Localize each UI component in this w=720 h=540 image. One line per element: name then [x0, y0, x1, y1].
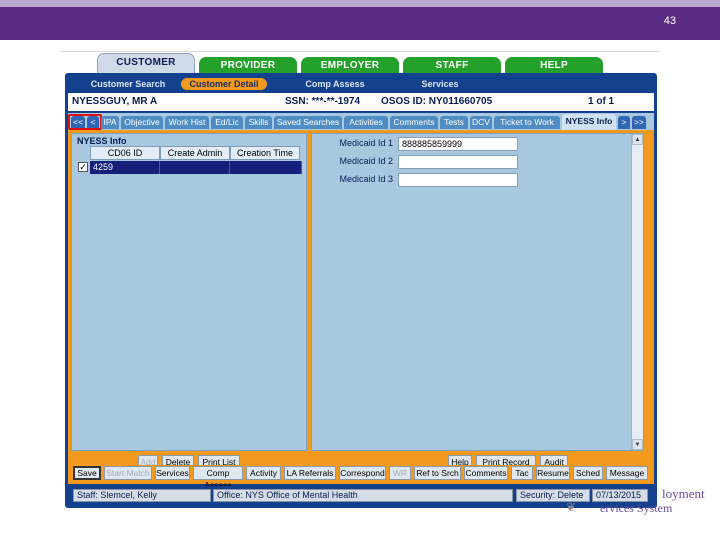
tab-content-area: NYESS Info CD06 ID Create Admin Creation…: [68, 130, 654, 490]
nyess-info-list-panel: NYESS Info CD06 ID Create Admin Creation…: [71, 133, 307, 451]
state-seal-icon: ❦: [566, 500, 577, 514]
medicaid-id-3-label: Medicaid Id 3: [339, 174, 393, 184]
subnav-customer-detail[interactable]: Customer Detail: [181, 78, 267, 90]
save-button[interactable]: Save: [73, 466, 101, 480]
logo-text-line-1: loyment: [662, 486, 705, 501]
nyess-info-detail-panel: Medicaid Id 1 888885859999 Medicaid Id 2…: [311, 133, 644, 451]
logo-text-line-2: ervices System: [600, 501, 673, 515]
scroll-down-arrow-icon[interactable]: ▼: [632, 439, 643, 450]
tab-ticket-to-work[interactable]: Ticket to Work: [494, 116, 560, 129]
customer-name: NYESSGUY, MR A: [72, 96, 158, 107]
medicaid-id-1-input[interactable]: 888885859999: [398, 137, 518, 151]
resume-button[interactable]: Resume: [536, 466, 570, 480]
osos-app-window: CUSTOMER PROVIDER EMPLOYER STAFF HELP Cu…: [65, 53, 657, 508]
column-header-creation-time[interactable]: Creation Time: [230, 146, 300, 160]
tab-dcv[interactable]: DCV: [470, 116, 492, 129]
row-checkbox[interactable]: ✓: [78, 162, 88, 172]
slide-divider: [60, 51, 660, 52]
nav-buttons-highlight: [68, 114, 102, 130]
medicaid-id-1-label: Medicaid Id 1: [339, 138, 393, 148]
tab-nyess-info[interactable]: NYESS Info: [562, 114, 616, 130]
sched-button[interactable]: Sched: [573, 466, 603, 480]
column-header-create-admin[interactable]: Create Admin: [160, 146, 230, 160]
scroll-up-arrow-icon[interactable]: ▲: [632, 134, 643, 145]
office-status: Office: NYS Office of Mental Health: [213, 489, 513, 502]
tab-objective[interactable]: Objective: [121, 116, 163, 129]
staff-status: Staff: Slemcel, Kelly: [73, 489, 211, 502]
message-button[interactable]: Message: [606, 466, 648, 480]
activity-button[interactable]: Activity: [246, 466, 281, 480]
detail-tab-strip: << < IPA Objective Work Hist Ed/Lic Skil…: [68, 113, 654, 130]
detail-scrollbar[interactable]: ▲ ▼: [631, 134, 643, 450]
tab-work-hist[interactable]: Work Hist: [165, 116, 209, 129]
medicaid-id-3-input[interactable]: [398, 173, 518, 187]
next-tab-button[interactable]: >: [618, 116, 630, 129]
cell-creation-time: [230, 161, 302, 174]
tab-activities[interactable]: Activities: [344, 116, 388, 129]
table-row[interactable]: 4259: [90, 161, 302, 174]
action-bar: Save Start Match Services Comp Assess Ac…: [71, 465, 651, 490]
medicaid-id-2-label: Medicaid Id 2: [339, 156, 393, 166]
top-navigation: CUSTOMER PROVIDER EMPLOYER STAFF HELP: [97, 53, 617, 75]
medicaid-id-2-input[interactable]: [398, 155, 518, 169]
tab-customer[interactable]: CUSTOMER: [97, 53, 195, 75]
wr-button[interactable]: WR: [389, 466, 411, 480]
list-panel-title: NYESS Info: [77, 136, 127, 146]
record-pager: 1 of 1: [588, 96, 615, 107]
sub-navigation: Customer Search Customer Detail Comp Ass…: [68, 76, 654, 92]
slide-header-bar: 43: [0, 0, 720, 40]
subnav-comp-assess[interactable]: Comp Assess: [294, 78, 376, 90]
comp-assess-button[interactable]: Comp Assess: [193, 466, 243, 490]
services-button[interactable]: Services: [155, 466, 190, 480]
subnav-customer-search[interactable]: Customer Search: [78, 78, 178, 90]
tab-ipa[interactable]: IPA: [101, 116, 119, 129]
tab-skills[interactable]: Skills: [245, 116, 272, 129]
app-frame: Customer Search Customer Detail Comp Ass…: [65, 73, 657, 508]
subnav-services[interactable]: Services: [410, 78, 470, 90]
tac-button[interactable]: Tac: [511, 466, 533, 480]
customer-ssn: SSN: ***-**-1974: [285, 96, 361, 107]
cell-create-admin: [160, 161, 230, 174]
slide-number: 43: [663, 15, 676, 27]
osos-id: OSOS ID: NY011660705: [381, 96, 493, 107]
last-tab-button[interactable]: >>: [632, 116, 646, 129]
comments-button[interactable]: Comments: [464, 466, 508, 480]
correspond-button[interactable]: Correspond: [339, 466, 386, 480]
cell-cd06-id: 4259: [90, 161, 160, 174]
tab-saved-searches[interactable]: Saved Searches: [274, 116, 342, 129]
nyess-logo: ❦ loyment ervices System: [560, 484, 710, 524]
ref-to-srch-button[interactable]: Ref to Srch: [414, 466, 461, 480]
tab-ed-lic[interactable]: Ed/Lic: [211, 116, 243, 129]
customer-info-bar: NYESSGUY, MR A SSN: ***-**-1974 OSOS ID:…: [68, 93, 654, 111]
tab-tests[interactable]: Tests: [440, 116, 468, 129]
start-match-button[interactable]: Start Match: [104, 466, 152, 480]
column-header-cd06-id[interactable]: CD06 ID: [90, 146, 160, 160]
la-referrals-button[interactable]: LA Referrals: [284, 466, 336, 480]
tab-comments[interactable]: Comments: [390, 116, 438, 129]
